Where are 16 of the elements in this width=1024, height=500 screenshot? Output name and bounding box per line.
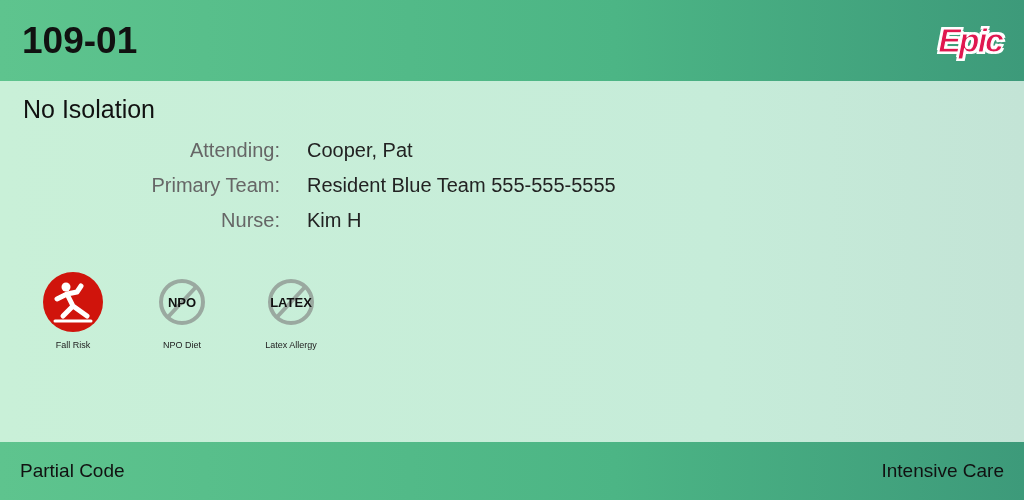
field-label: Nurse: — [221, 209, 280, 232]
alert-label: NPO Diet — [163, 340, 201, 350]
unit-name: Intensive Care — [881, 460, 1004, 482]
code-status: Partial Code — [20, 460, 125, 482]
prohibition-icon: NPO — [157, 277, 207, 327]
alert-label: Latex Allergy — [265, 340, 317, 350]
field-value: Resident Blue Team 555-555-5555 — [307, 174, 616, 197]
logo: Epic — [938, 21, 1002, 60]
field-value: Cooper, Pat — [307, 139, 413, 162]
prohibition-icon: LATEX — [266, 277, 316, 327]
field-value: Kim H — [307, 209, 362, 232]
alert-label: Fall Risk — [55, 340, 91, 350]
room-number: 109-01 — [22, 19, 138, 62]
field-label: Attending: — [189, 139, 280, 162]
field-label: Primary Team: — [151, 174, 280, 197]
isolation-status: No Isolation — [23, 95, 156, 124]
